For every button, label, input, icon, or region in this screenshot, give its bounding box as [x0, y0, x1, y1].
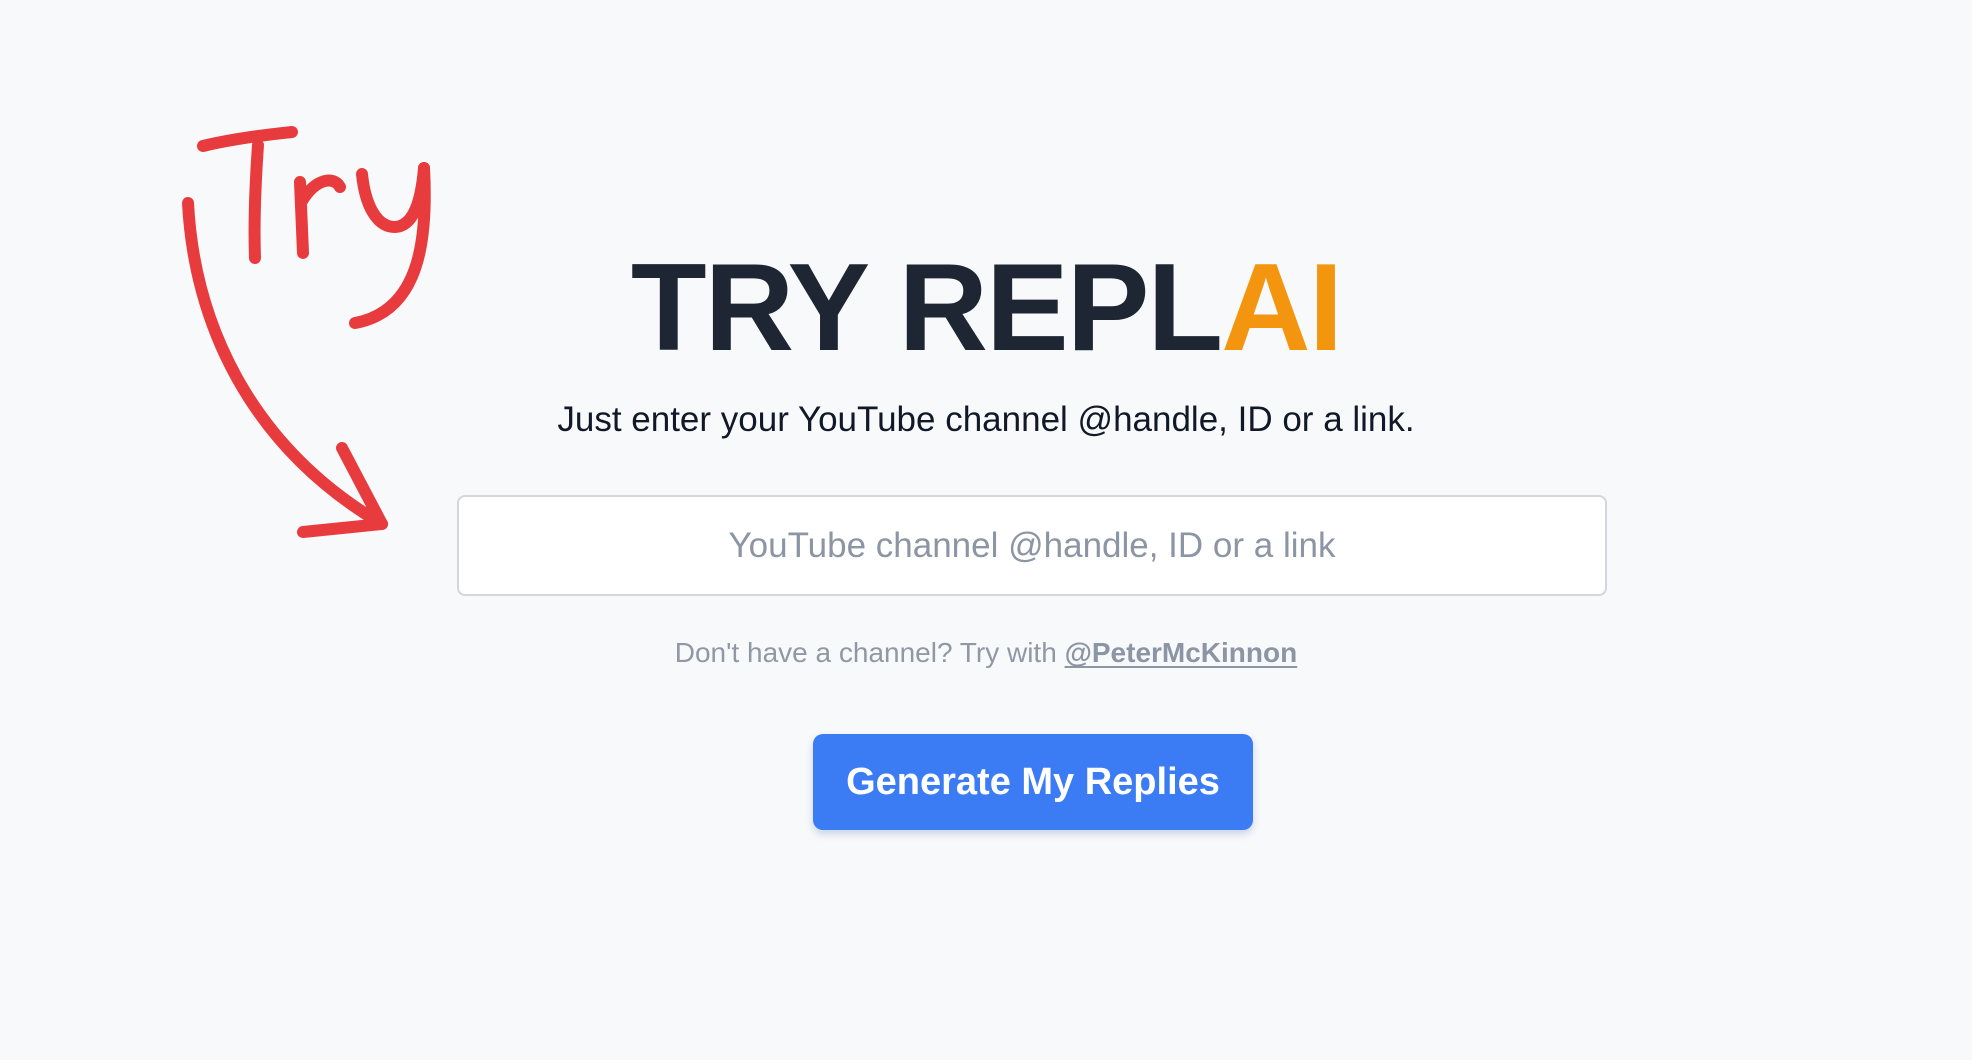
title-accent-text: AI [1221, 239, 1343, 377]
page-title: TRY REPLAI [0, 246, 1972, 370]
demo-channel-hint: Don't have a channel? Try with @PeterMcK… [0, 635, 1972, 671]
title-main-text: TRY REPL [630, 239, 1223, 377]
youtube-channel-input[interactable] [457, 495, 1607, 596]
generate-my-replies-button[interactable]: Generate My Replies [813, 734, 1253, 830]
page-subtitle: Just enter your YouTube channel @handle,… [557, 400, 1415, 439]
peter-mckinnon-link[interactable]: @PeterMcKinnon [1065, 637, 1298, 668]
replai-hero: TRY REPLAI Just enter your YouTube chann… [0, 0, 1972, 1060]
demo-channel-hint-text: Don't have a channel? Try with [674, 637, 1065, 668]
